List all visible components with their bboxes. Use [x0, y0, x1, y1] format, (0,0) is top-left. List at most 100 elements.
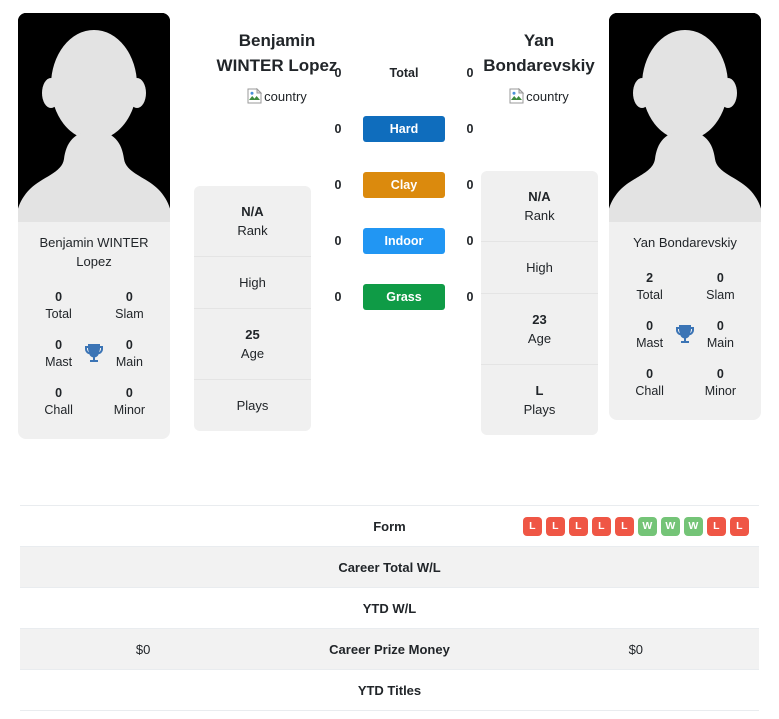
stat-chall-label-left: Chall: [44, 403, 73, 417]
titles-grid-left: 0 Total 0 Slam 0 Mast 0 Main 0 Chall 0 M…: [18, 271, 170, 439]
stat-mast-right: 0 Mast: [627, 318, 672, 352]
form-badge[interactable]: L: [545, 516, 565, 536]
titles-row-mast-main-right: 0 Mast 0 Main: [613, 310, 757, 358]
stat-slam-value-right: 0: [716, 271, 724, 285]
spacer-left-2: [81, 389, 107, 415]
form-badge[interactable]: L: [591, 516, 611, 536]
table-row: YTD W/L: [20, 588, 759, 629]
stat-slam-label-left: Slam: [115, 307, 144, 321]
stat-slam-value-left: 0: [125, 290, 133, 304]
info-cell-age-left: 25 Age: [194, 309, 311, 380]
player-card-name-left: Benjamin WINTER Lopez: [39, 235, 149, 269]
avatar-silhouette-icon: [18, 13, 170, 222]
form-badge[interactable]: L: [614, 516, 634, 536]
form-badge[interactable]: L: [568, 516, 588, 536]
table-row: Career Total W/L: [20, 547, 759, 588]
trophy-icon: [81, 341, 107, 367]
titles-grid-right: 2 Total 0 Slam 0 Mast 0 Main 0 Chall 0 M…: [609, 252, 761, 420]
form-badge[interactable]: L: [522, 516, 542, 536]
info-cell-rank-left: N/A Rank: [194, 186, 311, 257]
info-value-rank-right: N/A: [528, 189, 551, 204]
surface-left-count-clay: 0: [334, 178, 342, 192]
country-flag-right: country: [509, 87, 569, 104]
surface-right-count-total: 0: [466, 66, 474, 80]
trophy-icon: [672, 322, 698, 348]
stat-mast-label-right: Mast: [636, 336, 664, 350]
stat-slam-label-right: Slam: [706, 288, 735, 302]
surface-row-hard: 0 Hard 0: [330, 114, 478, 144]
stat-total-label-left: Total: [45, 307, 72, 321]
form-badge[interactable]: W: [637, 516, 657, 536]
stat-main-label-right: Main: [706, 336, 734, 350]
surface-label-total: Total: [389, 66, 419, 80]
stat-total-label-right: Total: [636, 288, 663, 302]
fact-label: Form: [373, 518, 406, 534]
info-label-high-right: High: [526, 260, 553, 275]
fact-right-value: LLLLLWWWLL: [513, 516, 759, 536]
stat-chall-value-right: 0: [646, 367, 654, 381]
surface-head-to-head: 0 Total 0 0 Hard 0 0 Clay 0 0 Indoor 0 0 Grass 0: [330, 58, 478, 312]
stat-minor-value-right: 0: [716, 367, 724, 381]
info-cell-rank-right: N/A Rank: [481, 171, 598, 242]
stat-mast-value-left: 0: [55, 338, 63, 352]
country-alt-text-left: country: [264, 88, 307, 104]
surface-label-grass: Grass: [363, 284, 445, 310]
surface-row-grass: 0 Grass 0: [330, 282, 478, 312]
fact-left-value: $0: [135, 641, 151, 657]
surface-label-indoor: Indoor: [363, 228, 445, 254]
info-value-age-left: 25: [245, 327, 260, 342]
stat-main-label-left: Main: [115, 355, 143, 369]
table-row: $0 Career Prize Money $0: [20, 629, 759, 670]
country-alt-text-right: country: [526, 88, 569, 104]
surface-right-count-hard: 0: [466, 122, 474, 136]
stat-minor-label-right: Minor: [704, 384, 737, 398]
country-flag-left: country: [247, 87, 307, 104]
info-label-high-left: High: [239, 275, 266, 290]
info-value-rank-left: N/A: [241, 204, 264, 219]
fact-right-value: $0: [628, 641, 644, 657]
table-row: Form L L L L L W W W L L: [20, 506, 759, 547]
form-badge[interactable]: W: [683, 516, 703, 536]
info-label-plays-left: Plays: [236, 398, 269, 413]
broken-image-icon: [509, 87, 525, 104]
titles-row-total-slam-right: 2 Total 0 Slam: [613, 262, 757, 310]
stat-total-left: 0 Total: [36, 289, 81, 323]
stat-main-value-left: 0: [125, 338, 133, 352]
info-label-age-right: Age: [527, 331, 552, 346]
surface-row-total: 0 Total 0: [330, 58, 478, 88]
stat-chall-label-right: Chall: [635, 384, 664, 398]
stat-slam-right: 0 Slam: [698, 270, 743, 304]
fact-label: YTD W/L: [362, 600, 417, 616]
fact-label: Career Prize Money: [329, 641, 450, 657]
spacer-right: [672, 274, 698, 300]
surface-row-clay: 0 Clay 0: [330, 170, 478, 200]
info-value-age-right: 23: [532, 312, 547, 327]
surface-right-count-indoor: 0: [466, 234, 474, 248]
stat-minor-value-left: 0: [125, 386, 133, 400]
player-name-line1-right: Yan: [523, 31, 555, 50]
surface-left-count-hard: 0: [334, 122, 342, 136]
surface-left-count-total: 0: [334, 66, 342, 80]
form-badge[interactable]: L: [729, 516, 749, 536]
stat-main-right: 0 Main: [698, 318, 743, 352]
form-badge[interactable]: W: [660, 516, 680, 536]
form-badge[interactable]: L: [706, 516, 726, 536]
info-cell-plays-right: L Plays: [481, 365, 598, 435]
stat-mast-value-right: 0: [646, 319, 654, 333]
stat-minor-right: 0 Minor: [698, 366, 743, 400]
stat-chall-right: 0 Chall: [627, 366, 672, 400]
info-label-plays-right: Plays: [523, 402, 556, 417]
titles-row-chall-minor-left: 0 Chall 0 Minor: [22, 377, 166, 425]
stat-mast-label-left: Mast: [45, 355, 73, 369]
table-row: YTD Titles: [20, 670, 759, 711]
info-cell-plays-left: Plays: [194, 380, 311, 431]
stat-slam-left: 0 Slam: [107, 289, 152, 323]
surface-right-count-clay: 0: [466, 178, 474, 192]
surface-row-indoor: 0 Indoor 0: [330, 226, 478, 256]
fact-label: YTD Titles: [357, 682, 422, 698]
stat-chall-value-left: 0: [55, 386, 63, 400]
info-value-plays-right: L: [535, 383, 544, 398]
titles-row-mast-main-left: 0 Mast 0 Main: [22, 329, 166, 377]
stat-chall-left: 0 Chall: [36, 385, 81, 419]
surface-left-count-grass: 0: [334, 290, 342, 304]
